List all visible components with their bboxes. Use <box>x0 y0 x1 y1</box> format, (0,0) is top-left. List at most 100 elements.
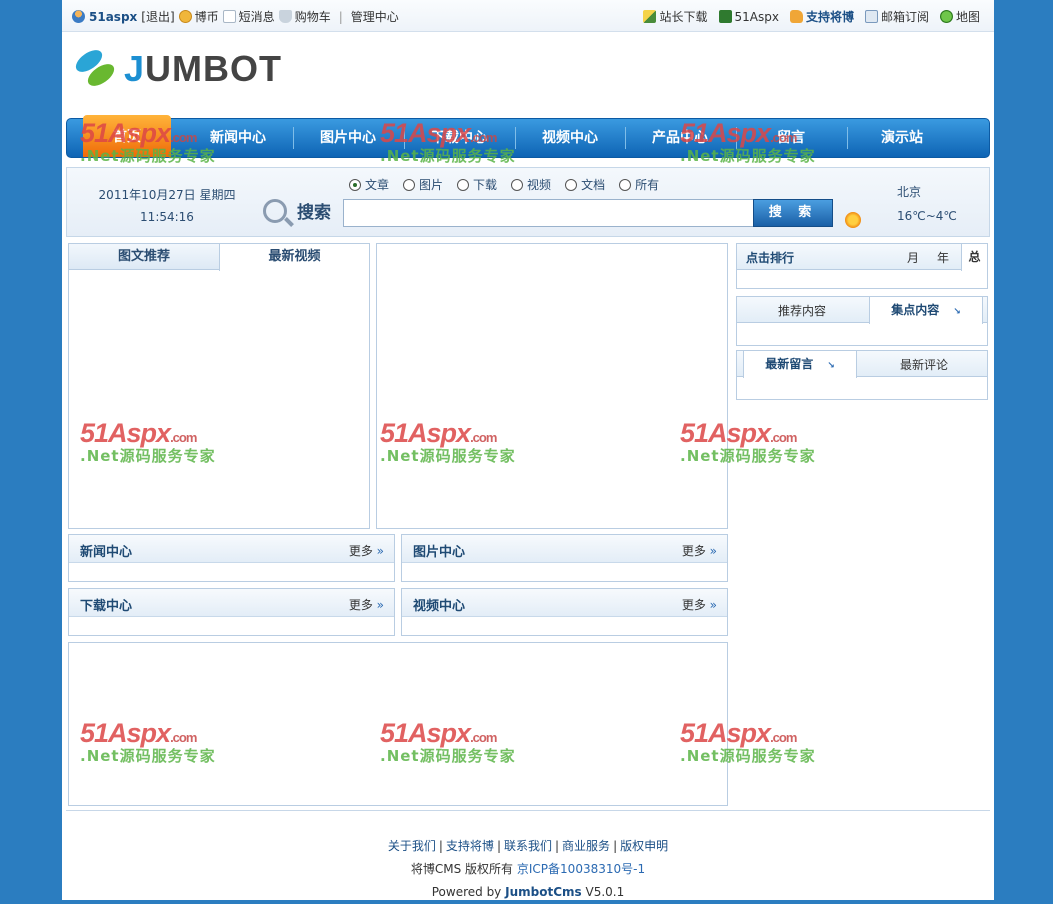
recommend-box: 推荐内容 集点内容 ↘ <box>736 296 988 346</box>
arrow-icon: ↘ <box>953 307 961 317</box>
nav-videos[interactable]: 视频中心 <box>515 119 625 157</box>
downloads-section-header: 下载中心 更多 <box>69 589 394 617</box>
footer-link-business[interactable]: 商业服务 <box>562 839 610 853</box>
footer-powered: Powered by JumbotCms V5.0.1 <box>431 885 625 899</box>
nav-downloads[interactable]: 下载中心 <box>404 119 514 157</box>
videos-section-header: 视频中心 更多 <box>402 589 727 617</box>
cart-link[interactable]: 购物车 <box>278 8 331 25</box>
videos-section-title: 视频中心 <box>413 599 466 614</box>
date-display: 2011年10月27日 星期四 11:54:16 <box>97 184 237 228</box>
footer: 关于我们 | 支持将博 | 联系我们 | 商业服务 | 版权申明 将博CMS 版权所有 京ICP… <box>62 835 994 904</box>
pictures-more-link[interactable]: 更多 <box>682 542 717 559</box>
tab-recommend[interactable]: 推荐内容 <box>737 302 867 319</box>
messages-header: 最新留言 ↘ 最新评论 <box>737 351 987 378</box>
aspx-icon <box>718 10 732 23</box>
footer-link-support[interactable]: 支持将博 <box>446 839 494 853</box>
site-logo[interactable]: JUMBOT <box>72 45 283 91</box>
news-more-link[interactable]: 更多 <box>349 542 384 559</box>
footer-link-copyright[interactable]: 版权申明 <box>620 839 668 853</box>
logo-text: JUMBOT <box>124 48 283 89</box>
tab-focus[interactable]: 集点内容 ↘ <box>869 297 983 324</box>
footer-link-about[interactable]: 关于我们 <box>388 839 436 853</box>
recommend-header: 推荐内容 集点内容 ↘ <box>737 297 987 324</box>
magnifier-icon <box>263 198 287 223</box>
support-link[interactable]: 支持将博 <box>789 8 854 25</box>
messages-box: 最新留言 ↘ 最新评论 <box>736 350 988 400</box>
footer-copyright: 将博CMS 版权所有 京ICP备10038310号-1 <box>410 862 646 876</box>
tab-picture-recommend[interactable]: 图文推荐 <box>69 244 219 270</box>
page: 51aspx [退出] 博币 短消息 购物车 | 管理中心 站长下载 51Asp… <box>62 0 994 900</box>
news-section-title: 新闻中心 <box>80 545 133 560</box>
featured-box: 图文推荐 最新视频 <box>68 243 370 529</box>
weather-temp: 16℃~4℃ <box>897 209 957 223</box>
links-box <box>68 642 728 806</box>
icp-link[interactable]: 京ICP备10038310号-1 <box>517 862 645 876</box>
coins-link[interactable]: 博币 <box>178 8 219 25</box>
pictures-section: 图片中心 更多 <box>401 534 728 582</box>
mail-icon <box>222 10 236 23</box>
rank-tab-month[interactable]: 月 <box>907 249 919 266</box>
radio-article[interactable]: 文章 <box>349 176 389 193</box>
rank-tab-total[interactable]: 总 <box>961 244 987 271</box>
radio-picture[interactable]: 图片 <box>403 176 443 193</box>
featured-tabs: 图文推荐 最新视频 <box>69 244 369 271</box>
tab-latest-messages[interactable]: 最新留言 ↘ <box>743 351 857 378</box>
nav-news[interactable]: 新闻中心 <box>183 119 293 157</box>
footer-link-contact[interactable]: 联系我们 <box>504 839 552 853</box>
rank-header: 点击排行 月 年 总 <box>737 244 987 271</box>
videos-section: 视频中心 更多 <box>401 588 728 636</box>
top-bar: 51aspx [退出] 博币 短消息 购物车 | 管理中心 站长下载 51Asp… <box>62 0 994 32</box>
logout-link[interactable]: [退出] <box>141 8 174 25</box>
weather-widget: 北京 16℃~4℃ <box>845 180 957 228</box>
downloads-section-title: 下载中心 <box>80 599 133 614</box>
divider: | <box>338 9 343 24</box>
radio-download[interactable]: 下载 <box>457 176 497 193</box>
slideshow-box <box>376 243 728 529</box>
search-button[interactable]: 搜 索 <box>753 199 833 227</box>
subscribe-icon <box>864 10 878 23</box>
pictures-section-title: 图片中心 <box>413 545 466 560</box>
search-band: 2011年10月27日 星期四 11:54:16 文章 图片 下载 视频 文档 … <box>66 167 990 237</box>
downloads-more-link[interactable]: 更多 <box>349 596 384 613</box>
date-text: 2011年10月27日 星期四 <box>98 188 236 202</box>
username-link[interactable]: 51aspx <box>89 10 137 24</box>
footer-divider <box>66 810 990 811</box>
time-text: 11:54:16 <box>140 210 194 224</box>
logo-mark-icon <box>72 45 118 91</box>
rank-title: 点击排行 <box>746 251 795 265</box>
admin-link[interactable]: 管理中心 <box>351 8 399 25</box>
rank-box: 点击排行 月 年 总 <box>736 243 988 289</box>
download-icon <box>643 10 657 23</box>
nav-pictures[interactable]: 图片中心 <box>293 119 403 157</box>
main-nav: 首页 新闻中心 图片中心 下载中心 视频中心 产品中心 留言 演示站 <box>66 115 990 158</box>
nav-home[interactable]: 首页 <box>83 115 171 157</box>
videos-more-link[interactable]: 更多 <box>682 596 717 613</box>
globe-icon <box>939 10 953 23</box>
radio-video[interactable]: 视频 <box>511 176 551 193</box>
email-subscribe-link[interactable]: 邮箱订阅 <box>864 8 929 25</box>
tab-latest-comments[interactable]: 最新评论 <box>861 356 987 373</box>
nav-demo[interactable]: 演示站 <box>847 119 957 157</box>
sun-icon <box>845 212 861 228</box>
nav-products[interactable]: 产品中心 <box>625 119 735 157</box>
webmaster-download-link[interactable]: 站长下载 <box>643 8 708 25</box>
product-link[interactable]: JumbotCms <box>505 885 582 899</box>
51aspx-link[interactable]: 51Aspx <box>718 10 779 24</box>
news-section-header: 新闻中心 更多 <box>69 535 394 563</box>
sitemap-link[interactable]: 地图 <box>939 8 980 25</box>
news-section: 新闻中心 更多 <box>68 534 395 582</box>
weather-city: 北京 <box>897 185 922 199</box>
rank-tab-year[interactable]: 年 <box>937 249 949 266</box>
pictures-section-header: 图片中心 更多 <box>402 535 727 563</box>
arrow-icon: ↘ <box>827 361 835 371</box>
search-input[interactable] <box>343 199 755 227</box>
radio-document[interactable]: 文档 <box>565 176 605 193</box>
coin-icon <box>178 10 192 23</box>
nav-guestbook[interactable]: 留言 <box>736 119 846 157</box>
messages-link[interactable]: 短消息 <box>222 8 275 25</box>
thumbs-up-icon <box>789 10 803 23</box>
tab-latest-videos[interactable]: 最新视频 <box>219 244 369 271</box>
radio-all[interactable]: 所有 <box>619 176 659 193</box>
downloads-section: 下载中心 更多 <box>68 588 395 636</box>
footer-links: 关于我们 | 支持将博 | 联系我们 | 商业服务 | 版权申明 <box>387 839 669 853</box>
